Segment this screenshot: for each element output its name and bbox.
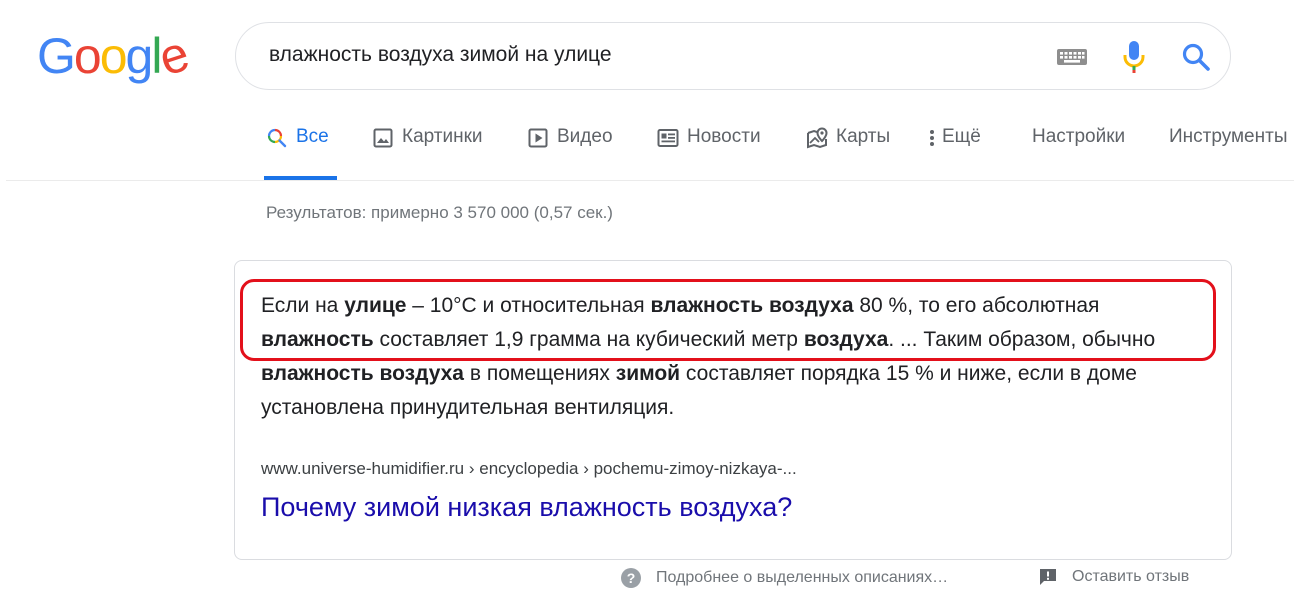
snippet-part: в помещениях [464,362,616,385]
search-box[interactable]: влажность воздуха зимой на улице [235,22,1231,90]
tabs-divider [6,180,1294,181]
feedback-label: Оставить отзыв [1072,568,1190,585]
image-icon [370,126,396,150]
search-box-actions [1052,37,1216,77]
tab-images[interactable]: Картинки [370,126,483,180]
tab-settings[interactable]: Настройки [1032,126,1125,180]
tab-label: Инструменты [1169,126,1288,147]
tab-tools[interactable]: Инструменты [1169,126,1287,180]
tab-label: Картинки [402,126,483,147]
snippet-footer: ? Подробнее о выделенных описаниях… Оста… [620,567,1230,591]
tab-label: Ещё [942,126,981,147]
result-title-link[interactable]: Почему зимой низкая влажность воздуха? [261,492,792,523]
svg-text:?: ? [627,570,636,586]
about-featured-snippets-label: Подробнее о выделенных описаниях… [656,569,949,586]
snippet-part-bold: влажность воздуха [261,362,464,385]
tab-more[interactable]: Ещё [926,126,981,180]
featured-snippet: Если на улице – 10°C и относительная вла… [234,260,1232,560]
tab-video[interactable]: Видео [525,126,613,180]
tab-news[interactable]: Новости [655,126,761,180]
result-stats: Результатов: примерно 3 570 000 (0,57 се… [266,203,613,222]
snippet-part-bold: зимой [615,362,681,385]
logo-letter: o [73,28,102,84]
microphone-icon[interactable] [1114,37,1154,77]
result-url: www.universe-humidifier.ru › encyclopedi… [261,459,797,478]
more-vert-icon [926,126,938,150]
logo-letter: o [99,28,128,84]
tab-label: Карты [836,126,891,147]
logo-letter: G [37,28,76,84]
logo-letter: g [125,28,154,84]
keyboard-icon[interactable] [1052,37,1092,77]
feedback-icon [1038,567,1058,587]
help-icon: ? [620,567,642,589]
feedback-link[interactable]: Оставить отзыв [1038,567,1189,587]
highlight-annotation [240,279,1216,361]
search-icon [264,126,290,150]
tab-label: Видео [557,126,613,147]
search-icon[interactable] [1176,37,1216,77]
map-icon [804,126,830,150]
tab-all[interactable]: Все [264,126,337,180]
tab-label: Все [296,126,329,147]
news-icon [655,126,681,150]
tab-label: Новости [687,126,761,147]
tab-maps[interactable]: Карты [804,126,890,180]
tab-label: Настройки [1032,126,1126,147]
google-logo[interactable]: Google [37,25,194,86]
search-input[interactable]: влажность воздуха зимой на улице [269,43,612,67]
video-icon [525,126,551,150]
about-featured-snippets-link[interactable]: ? Подробнее о выделенных описаниях… [620,567,948,589]
